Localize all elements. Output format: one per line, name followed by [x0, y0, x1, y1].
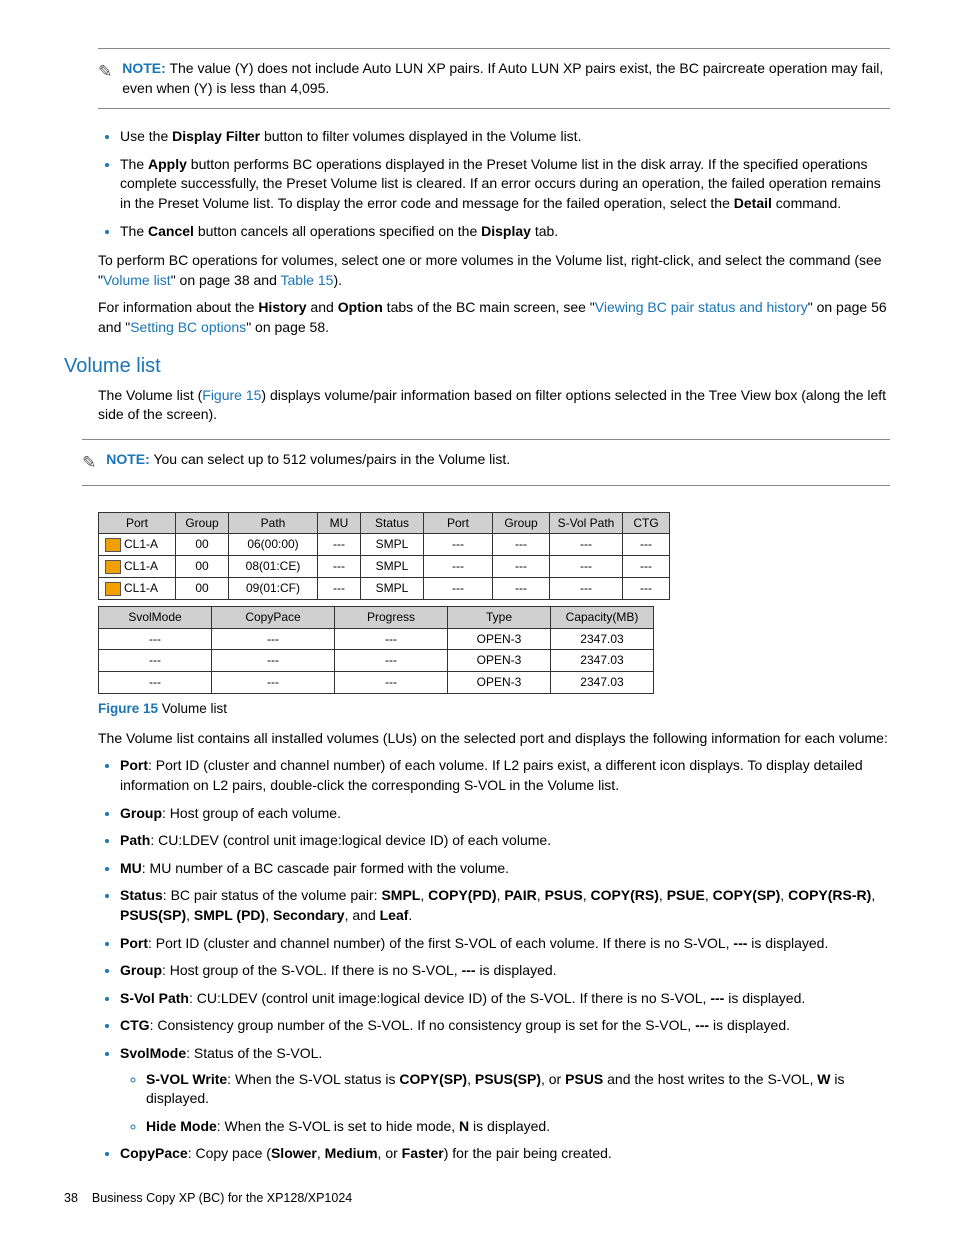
paragraph-vol-intro: The Volume list (Figure 15) displays vol… — [98, 386, 890, 425]
list-item: Path: CU:LDEV (control unit image:logica… — [120, 831, 890, 851]
table-row: ---------OPEN-32347.03 — [99, 628, 654, 650]
page-number: 38 — [64, 1190, 78, 1208]
volume-icon — [105, 560, 121, 574]
table-row: CL1-A 00 09(01:CF) --- SMPL --- --- --- … — [99, 577, 670, 599]
col-port: Port — [99, 512, 176, 534]
col-group2: Group — [493, 512, 550, 534]
volume-table-1: Port Group Path MU Status Port Group S-V… — [98, 512, 670, 600]
section-heading-volume-list: Volume list — [64, 352, 890, 380]
footer-title: Business Copy XP (BC) for the XP128/XP10… — [92, 1190, 352, 1208]
list-item: CTG: Consistency group number of the S-V… — [120, 1016, 890, 1036]
top-bullets: Use the Display Filter button to filter … — [98, 127, 890, 241]
note-icon: ✎ — [82, 450, 96, 475]
list-item: The Cancel button cancels all operations… — [120, 222, 890, 242]
volume-icon — [105, 582, 121, 596]
volume-table-2: SvolMode CopyPace Progress Type Capacity… — [98, 606, 654, 694]
table-row: ---------OPEN-32347.03 — [99, 650, 654, 672]
col-copypace: CopyPace — [212, 606, 335, 628]
note-icon: ✎ — [98, 59, 112, 98]
col-port2: Port — [424, 512, 493, 534]
paragraph-perform: To perform BC operations for volumes, se… — [98, 251, 890, 290]
list-item: Port: Port ID (cluster and channel numbe… — [120, 934, 890, 954]
list-item: S-VOL Write: When the S-VOL status is CO… — [146, 1070, 890, 1109]
list-item: S-Vol Path: CU:LDEV (control unit image:… — [120, 989, 890, 1009]
list-item: Use the Display Filter button to filter … — [120, 127, 890, 147]
link-table-15[interactable]: Table 15 — [281, 272, 334, 288]
definition-list: Port: Port ID (cluster and channel numbe… — [98, 756, 890, 1164]
col-capacity: Capacity(MB) — [551, 606, 654, 628]
list-item: MU: MU number of a BC cascade pair forme… — [120, 859, 890, 879]
list-item: Group: Host group of each volume. — [120, 804, 890, 824]
paragraph-after-figure: The Volume list contains all installed v… — [98, 729, 890, 749]
note-body: You can select up to 512 volumes/pairs i… — [153, 451, 510, 467]
sub-list: S-VOL Write: When the S-VOL status is CO… — [120, 1070, 890, 1137]
link-volume-list[interactable]: Volume list — [103, 272, 171, 288]
note-text: NOTE: You can select up to 512 volumes/p… — [106, 450, 890, 475]
table-row: CL1-A 00 08(01:CE) --- SMPL --- --- --- … — [99, 556, 670, 578]
col-type: Type — [448, 606, 551, 628]
note-label: NOTE: — [122, 60, 166, 76]
list-item: The Apply button performs BC operations … — [120, 155, 890, 214]
list-item: SvolMode: Status of the S-VOL. S-VOL Wri… — [120, 1044, 890, 1136]
page-footer: 38 Business Copy XP (BC) for the XP128/X… — [64, 1190, 890, 1208]
link-viewing-status[interactable]: Viewing BC pair status and history — [595, 299, 808, 315]
paragraph-info: For information about the History and Op… — [98, 298, 890, 337]
note-label: NOTE: — [106, 451, 150, 467]
note-body: The value (Y) does not include Auto LUN … — [122, 60, 883, 96]
col-group: Group — [176, 512, 229, 534]
col-svolmode: SvolMode — [99, 606, 212, 628]
list-item: Group: Host group of the S-VOL. If there… — [120, 961, 890, 981]
list-item: Status: BC pair status of the volume pai… — [120, 886, 890, 925]
col-mu: MU — [318, 512, 361, 534]
volume-icon — [105, 538, 121, 552]
link-setting-bc[interactable]: Setting BC options — [130, 319, 246, 335]
note-text: NOTE: The value (Y) does not include Aut… — [122, 59, 890, 98]
figure-caption: Figure 15 Volume list — [98, 700, 890, 719]
note-block: ✎ NOTE: You can select up to 512 volumes… — [82, 439, 890, 486]
list-item: Port: Port ID (cluster and channel numbe… — [120, 756, 890, 795]
col-svolpath: S-Vol Path — [550, 512, 623, 534]
col-progress: Progress — [335, 606, 448, 628]
list-item: CopyPace: Copy pace (Slower, Medium, or … — [120, 1144, 890, 1164]
table-row: CL1-A 00 06(00:00) --- SMPL --- --- --- … — [99, 534, 670, 556]
table-row: ---------OPEN-32347.03 — [99, 672, 654, 694]
col-ctg: CTG — [623, 512, 670, 534]
link-figure-15[interactable]: Figure 15 — [202, 387, 261, 403]
note-block: ✎ NOTE: The value (Y) does not include A… — [98, 48, 890, 109]
col-status: Status — [361, 512, 424, 534]
col-path: Path — [229, 512, 318, 534]
list-item: Hide Mode: When the S-VOL is set to hide… — [146, 1117, 890, 1137]
